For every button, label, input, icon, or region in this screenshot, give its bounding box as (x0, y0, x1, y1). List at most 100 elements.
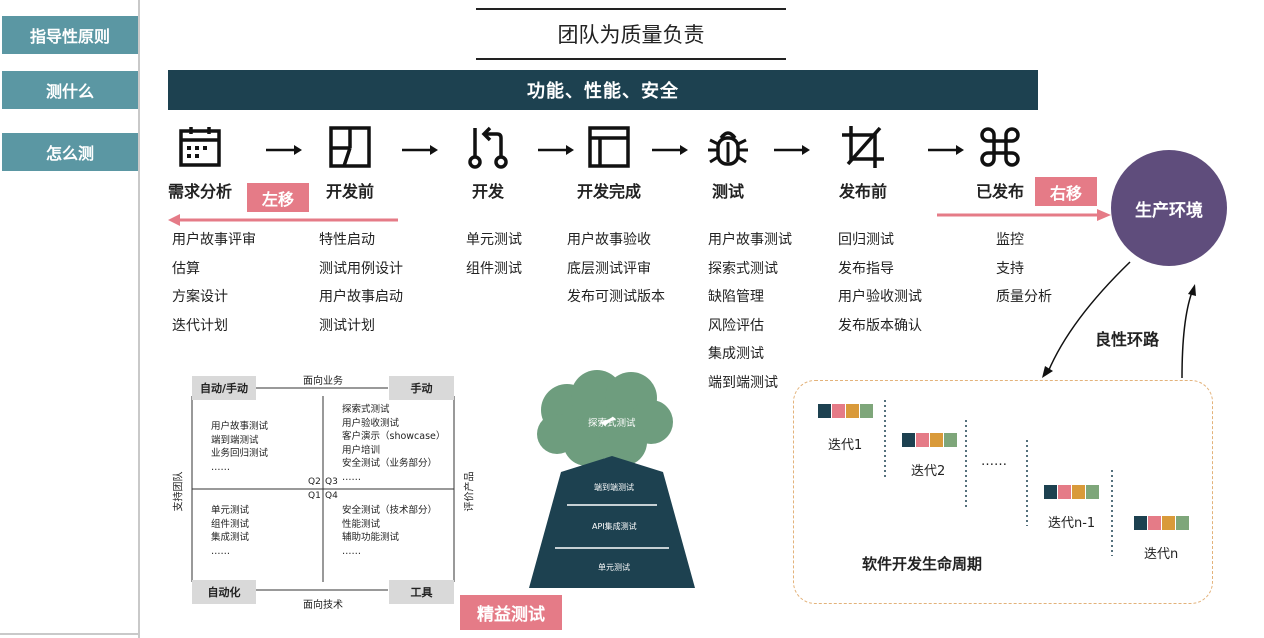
pyramid-level-unit: 单元测试 (598, 563, 630, 572)
shift-right-tag: 右移 (1035, 177, 1097, 206)
feedback-loop-label: 良性环路 (1095, 330, 1160, 349)
list-item: 底层测试评审 (567, 260, 651, 277)
block-4 (860, 404, 873, 418)
block-2 (916, 433, 929, 447)
git-pull-request-icon (468, 126, 508, 169)
block-4 (1086, 485, 1099, 499)
stage-items-pre-release: 回归测试 发布指导 用户验收测试 发布版本确认 (838, 226, 922, 340)
pyramid-cloud-label: 探索式测试 (588, 418, 636, 429)
quadrant-box-bottom-left: 自动化 (192, 580, 256, 604)
title-bottom-rule (476, 58, 786, 60)
quadrant-axis-left: 支持团队 (169, 469, 185, 514)
quadrant-axis-top: 面向业务 (301, 372, 345, 387)
stage-pre-release: 发布前 (803, 124, 923, 202)
stage-label: 发布前 (838, 182, 887, 201)
iteration-n-blocks (1134, 516, 1190, 530)
quadrant-q4-items: 安全测试（技术部分） 性能测试 辅助功能测试 …… (342, 504, 437, 558)
list-item: 用户验收测试 (838, 289, 922, 305)
list-item: …… (211, 461, 230, 473)
list-item: 用户故事测试 (211, 421, 269, 432)
list-item: 缺陷管理 (708, 289, 764, 305)
quadrant-axis-bottom: 面向技术 (301, 596, 345, 611)
list-item: 探索式测试 (708, 260, 778, 277)
scope-banner: 功能、性能、安全 (168, 70, 1038, 110)
stage-label: 开发前 (325, 182, 374, 201)
sidebar-item-principles[interactable]: 指导性原则 (2, 16, 138, 54)
sidebar-bottom-divider (0, 633, 140, 635)
list-item: 端到端测试 (708, 374, 778, 391)
production-environment: 生产环境 (1111, 150, 1227, 266)
stage-items-requirements: 用户故事评审 估算 方案设计 迭代计划 (172, 226, 256, 340)
list-item: 安全测试（业务部分） (342, 458, 438, 469)
list-item: 组件测试 (211, 518, 250, 530)
iteration-n-1-blocks (1044, 485, 1100, 499)
list-item: 端到端测试 (211, 434, 259, 446)
list-item: …… (211, 545, 230, 557)
list-item: 估算 (172, 260, 200, 277)
shift-right-arrow-icon (937, 209, 1111, 221)
block-1 (902, 433, 915, 447)
list-item: 用户故事启动 (319, 289, 403, 305)
iteration-2-blocks (902, 433, 958, 447)
stage-label: 测试 (711, 182, 744, 201)
list-item: 发布指导 (838, 260, 894, 277)
list-item: 组件测试 (466, 260, 522, 277)
quadrant-q2-label: Q2 (308, 477, 321, 487)
stage-items-development: 单元测试 组件测试 (466, 226, 522, 283)
stage-label: 已发布 (975, 182, 1024, 201)
command-icon (980, 127, 1020, 167)
block-3 (846, 404, 859, 418)
quadrant-q4-label: Q4 (325, 491, 338, 501)
block-2 (1148, 516, 1161, 530)
quadrant-box-top-right: 手动 (389, 376, 454, 400)
list-item: 用户故事测试 (708, 232, 792, 248)
iteration-1-label: 迭代1 (828, 438, 863, 453)
list-item: 单元测试 (211, 505, 250, 516)
lifecycle-title: 软件开发生命周期 (862, 555, 983, 573)
browser-window-icon (588, 126, 630, 168)
stage-testing: 测试 (668, 124, 788, 202)
shift-left-tag: 左移 (247, 183, 309, 212)
bug-icon (708, 131, 748, 166)
crop-icon (842, 126, 884, 168)
block-3 (1162, 516, 1175, 530)
stage-dev-complete: 开发完成 (549, 124, 669, 202)
list-item: 用户培训 (342, 444, 381, 456)
list-item: …… (342, 545, 361, 557)
iteration-2-label: 迭代2 (911, 464, 946, 479)
stage-label: 开发完成 (576, 182, 641, 201)
quadrant-box-top-left: 自动/手动 (192, 376, 256, 400)
sidebar-item-what-to-test[interactable]: 测什么 (2, 71, 138, 109)
pyramid-level-api: API集成测试 (592, 522, 637, 531)
list-item: 集成测试 (211, 532, 250, 543)
list-item: 迭代计划 (172, 317, 228, 334)
list-item: 发布版本确认 (838, 317, 922, 334)
list-item: 用户故事验收 (567, 232, 651, 248)
feedback-loop-arrows (1042, 261, 1196, 379)
list-item: 业务回归测试 (211, 448, 269, 459)
block-1 (1134, 516, 1147, 530)
stage-items-testing: 用户故事测试 探索式测试 缺陷管理 风险评估 集成测试 端到端测试 (708, 226, 792, 397)
stage-label: 需求分析 (167, 182, 232, 201)
block-1 (1044, 485, 1057, 499)
list-item: …… (342, 471, 361, 483)
quadrant-axis-right: 评价产品 (460, 469, 476, 514)
sidebar-divider (138, 0, 140, 638)
list-item: 测试计划 (319, 317, 375, 334)
page-title: 团队为质量负责 (557, 23, 705, 47)
list-item: 客户演示（showcase） (342, 431, 446, 442)
quadrant-box-bottom-right: 工具 (389, 580, 454, 604)
sidebar-item-how-to-test[interactable]: 怎么测 (2, 133, 138, 171)
list-item: 发布可测试版本 (567, 289, 665, 305)
iteration-1-blocks (818, 404, 874, 418)
quadrant-q1-items: 单元测试 组件测试 集成测试 …… (211, 504, 249, 558)
list-item: 用户验收测试 (342, 417, 400, 429)
list-item: 测试用例设计 (319, 260, 403, 277)
stage-requirements: 需求分析 (140, 124, 260, 202)
list-item: 用户故事评审 (172, 232, 256, 248)
pyramid-level-e2e: 端到端测试 (594, 483, 634, 492)
stage-items-pre-development: 特性启动 测试用例设计 用户故事启动 测试计划 (319, 226, 403, 340)
list-item: 性能测试 (342, 518, 381, 530)
iteration-n-1-label: 迭代n-1 (1048, 516, 1096, 531)
iteration-n-label: 迭代n (1144, 547, 1179, 562)
